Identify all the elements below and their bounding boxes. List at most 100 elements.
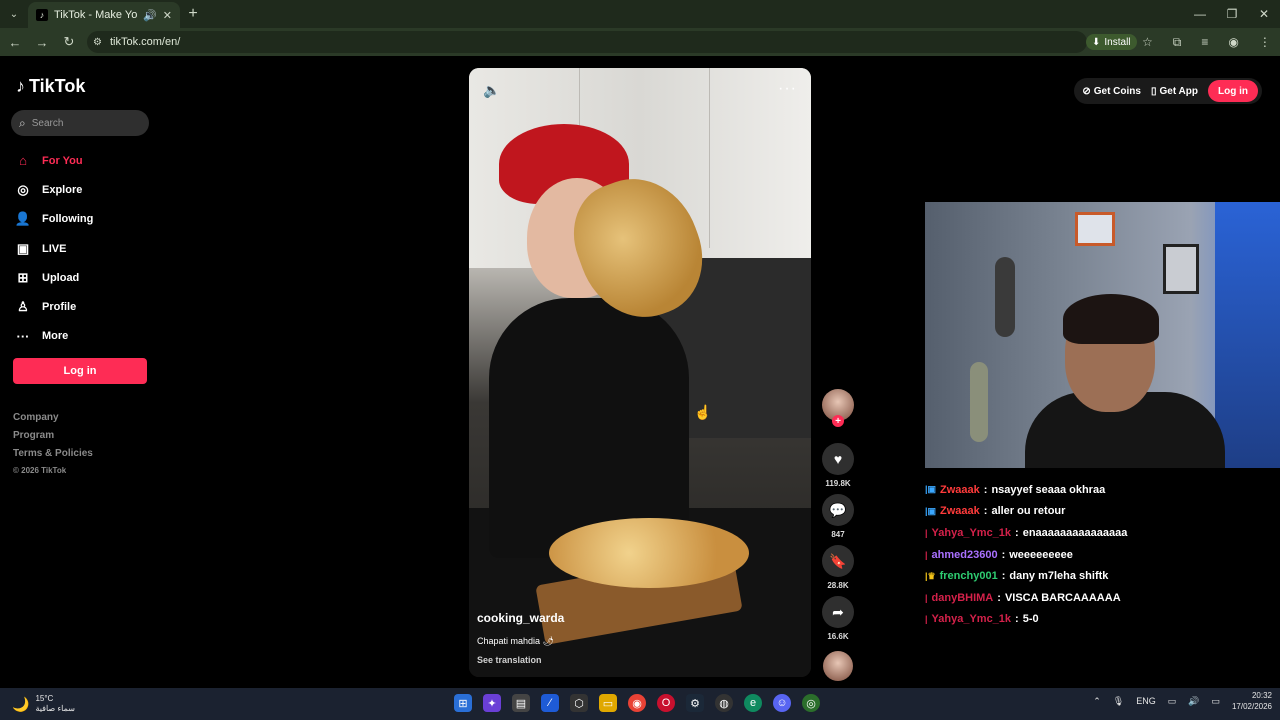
- footer-link-terms[interactable]: Terms & Policies: [13, 448, 93, 466]
- chat-badge: |▣: [925, 484, 937, 495]
- sidebar-nav: ⌂ For You ◎ Explore 👤 Following ▣ LIVE ⊞ Uplo…: [14, 146, 154, 351]
- browser-tab[interactable]: ♪ TikTok - Make Your Day 🔊 ✕: [28, 2, 180, 28]
- more-options-icon[interactable]: ···: [778, 80, 797, 98]
- live-icon: ▣: [16, 240, 30, 256]
- sidebar-item-upload[interactable]: ⊞ Upload: [14, 263, 154, 292]
- language-indicator[interactable]: ENG: [1136, 696, 1156, 706]
- header-login-button[interactable]: Log in: [1208, 80, 1258, 102]
- tiktok-logo[interactable]: ♪ TikTok: [16, 76, 85, 97]
- weather-widget[interactable]: 🌙 15°C سماء صافية: [12, 694, 75, 714]
- sidebar-item-following[interactable]: 👤 Following: [14, 205, 154, 234]
- site-info-icon[interactable]: ⚙: [93, 37, 102, 48]
- save-button[interactable]: 🔖: [822, 545, 854, 577]
- see-translation-link[interactable]: See translation: [477, 655, 542, 665]
- browser-tab-bar: ⌄ ♪ TikTok - Make Your Day 🔊 ✕ + — ❐ ✕: [0, 0, 1280, 28]
- footer-link-company[interactable]: Company: [13, 412, 93, 430]
- weather-text-block: 15°C سماء صافية: [35, 694, 75, 714]
- window-close-icon[interactable]: ✕: [1248, 0, 1280, 28]
- start-icon[interactable]: ⊞: [454, 694, 472, 712]
- sidebar-item-more[interactable]: ··· More: [14, 322, 154, 351]
- obs-icon[interactable]: ◍: [715, 694, 733, 712]
- chevron-up-icon[interactable]: ⌃: [1093, 696, 1101, 707]
- network-icon[interactable]: ▭: [1168, 696, 1177, 707]
- get-app-label: Get App: [1159, 85, 1198, 97]
- install-button[interactable]: ⬇ Install: [1086, 34, 1137, 50]
- close-icon[interactable]: ✕: [163, 9, 172, 22]
- browser-icon[interactable]: ◎: [802, 694, 820, 712]
- following-icon: 👤: [14, 211, 32, 227]
- logo-text: TikTok: [29, 76, 86, 96]
- video-player[interactable]: 🔈 ··· cooking_warda Chapati mahdia 🌶 See…: [469, 68, 811, 677]
- chat-username: Yahya_Ymc_1k: [931, 613, 1012, 626]
- sidebar-item-explore[interactable]: ◎ Explore: [14, 175, 154, 204]
- search-input[interactable]: ⌕ Search: [11, 110, 149, 136]
- volume-icon[interactable]: 🔊: [1188, 696, 1199, 707]
- media-icon[interactable]: ≡: [1201, 35, 1208, 49]
- volume-icon[interactable]: 🔈: [483, 82, 500, 99]
- tab-list-icon[interactable]: ⌄: [0, 0, 28, 28]
- new-tab-icon[interactable]: +: [180, 5, 206, 23]
- chat-badge: |: [925, 527, 928, 538]
- nav-label: Explore: [42, 183, 83, 196]
- follow-plus-icon[interactable]: +: [832, 415, 844, 427]
- mouse-cursor-icon: ☝: [694, 404, 712, 420]
- nav-label: Following: [42, 213, 94, 226]
- bookmark-icon: 🔖: [829, 552, 847, 569]
- menu-icon[interactable]: ⋮: [1259, 35, 1271, 49]
- video-author[interactable]: cooking_warda: [477, 611, 564, 625]
- sidebar-item-live[interactable]: ▣ LIVE: [14, 234, 154, 263]
- comment-button[interactable]: 💬: [822, 494, 854, 526]
- file-explorer-icon[interactable]: ▭: [599, 694, 617, 712]
- profile-icon[interactable]: ◉: [1228, 35, 1238, 49]
- author-avatar[interactable]: +: [822, 389, 854, 427]
- sidebar-login-button[interactable]: Log in: [13, 358, 147, 384]
- url-input[interactable]: ⚙ tikTok.com/en/: [87, 31, 1087, 53]
- battery-icon[interactable]: ▭: [1211, 696, 1220, 707]
- install-icon: ⬇: [1092, 36, 1101, 48]
- editor-icon[interactable]: ⁄: [541, 694, 559, 712]
- get-app-button[interactable]: ▯ Get App: [1151, 86, 1198, 97]
- reload-icon[interactable]: ↻: [57, 34, 81, 50]
- copilot-icon[interactable]: ✦: [483, 694, 501, 712]
- taskbar-apps: ⊞ ✦ ▤ ⁄ ⬡ ▭ ◉ O ⚙ ◍ e ☺ ◎: [454, 694, 820, 712]
- opera-icon[interactable]: O: [657, 694, 675, 712]
- nav-label: Upload: [42, 271, 80, 284]
- share-button[interactable]: ➦: [822, 596, 854, 628]
- search-placeholder: Search: [31, 117, 64, 129]
- sidebar-item-profile[interactable]: ♙ Profile: [14, 292, 154, 321]
- restore-icon[interactable]: ❐: [1216, 0, 1248, 28]
- edge-icon[interactable]: e: [744, 694, 762, 712]
- chat-username: danyBHIMA: [931, 591, 994, 604]
- store-icon[interactable]: ▤: [512, 694, 530, 712]
- chat-text: dany m7leha shiftk: [1009, 570, 1109, 583]
- minimize-icon[interactable]: —: [1184, 0, 1216, 28]
- discord-icon[interactable]: ☺: [773, 694, 791, 712]
- sidebar-item-for-you[interactable]: ⌂ For You: [14, 146, 154, 175]
- moon-icon: 🌙: [12, 695, 30, 712]
- app-icon[interactable]: ⬡: [570, 694, 588, 712]
- extensions-icon[interactable]: ⧉: [1173, 35, 1182, 50]
- sound-avatar[interactable]: [823, 651, 853, 681]
- chrome-icon[interactable]: ◉: [628, 694, 646, 712]
- clock[interactable]: 20:32 17/02/2026: [1232, 690, 1272, 712]
- copyright: © 2026 TikTok: [13, 466, 67, 475]
- forward-icon[interactable]: →: [30, 35, 54, 50]
- webcam-detail: [970, 362, 988, 442]
- chat-colon: :: [997, 591, 1001, 604]
- more-icon: ···: [16, 328, 30, 344]
- chat-badge: |♛: [925, 570, 936, 581]
- back-icon[interactable]: ←: [3, 35, 27, 50]
- speaker-icon[interactable]: 🔊: [143, 9, 157, 22]
- coin-icon: ⊘: [1082, 85, 1091, 97]
- weather-temp: 15°C: [35, 694, 54, 703]
- share-icon: ➦: [832, 603, 844, 620]
- footer-link-program[interactable]: Program: [13, 430, 93, 448]
- like-button[interactable]: ♥: [822, 443, 854, 475]
- chat-colon: :: [983, 483, 988, 496]
- chat-colon: :: [983, 505, 988, 518]
- chat-username: Zwaaak: [940, 505, 980, 518]
- get-coins-button[interactable]: ⊘ Get Coins: [1082, 86, 1141, 97]
- steam-icon[interactable]: ⚙: [686, 694, 704, 712]
- microphone-icon[interactable]: 🎙: [1113, 696, 1124, 707]
- star-icon[interactable]: ☆: [1142, 35, 1153, 49]
